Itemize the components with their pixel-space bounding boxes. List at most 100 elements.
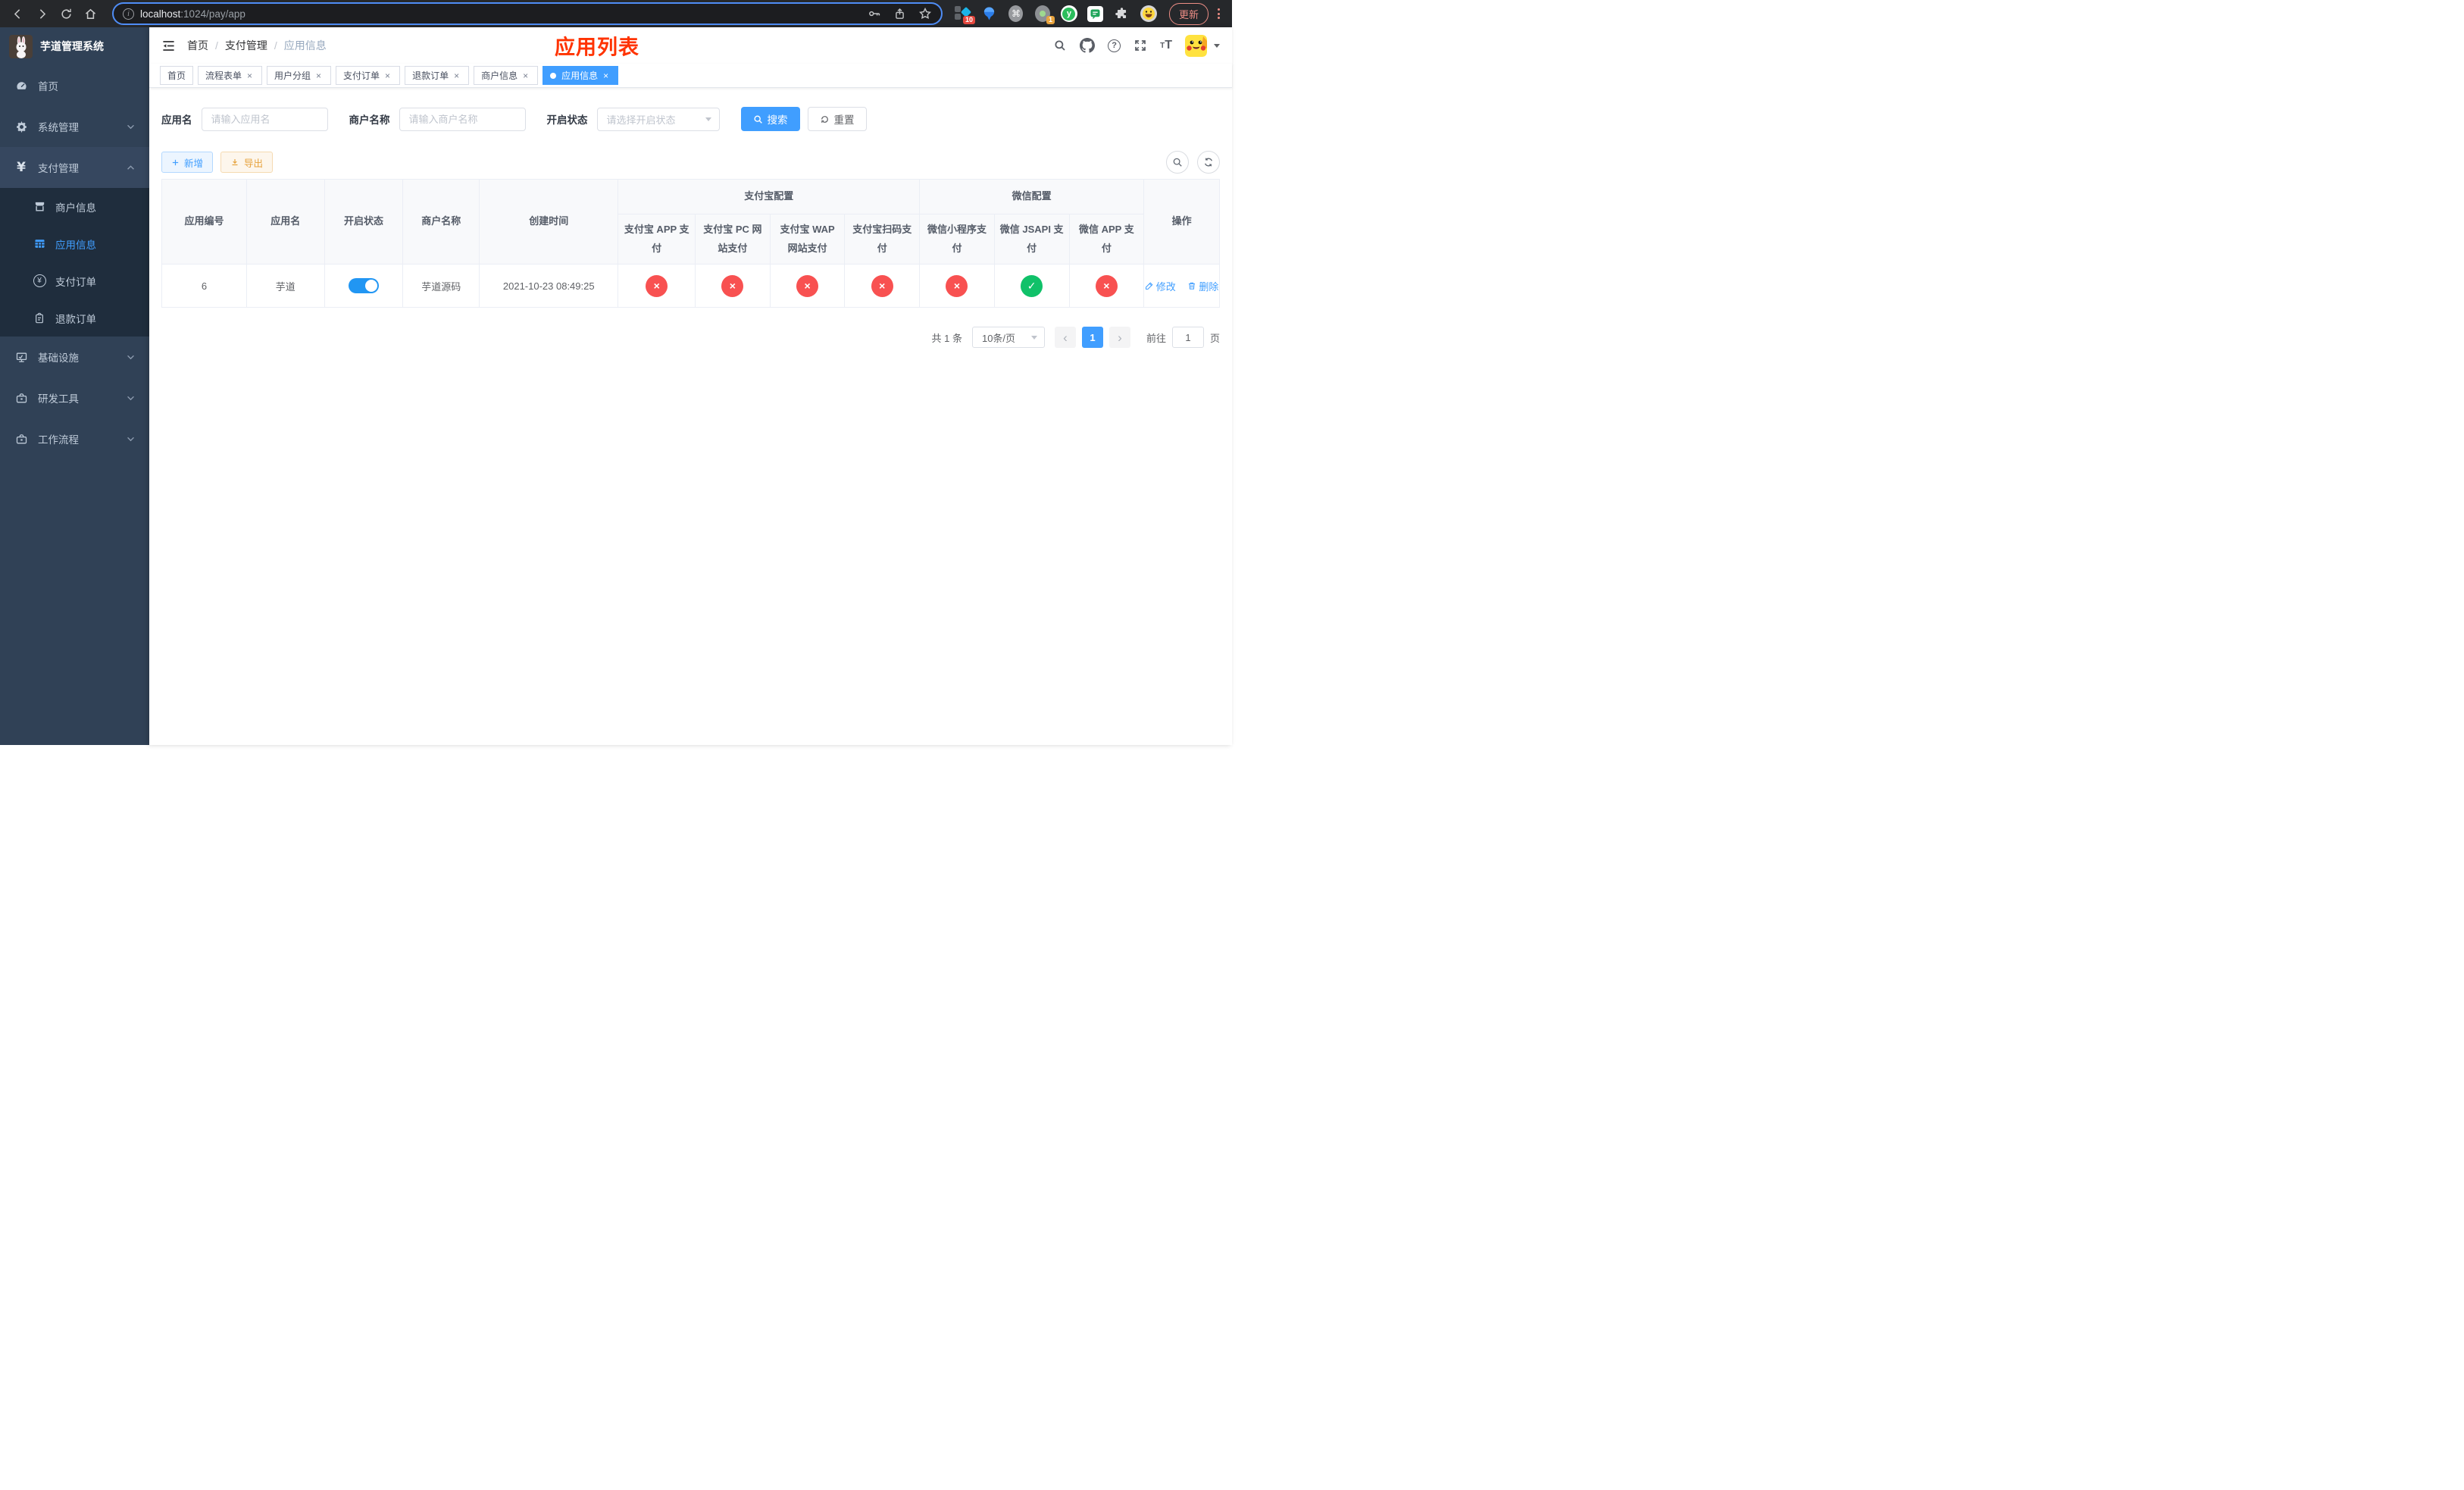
shop-icon [33, 200, 46, 213]
tab-label: 商户信息 [481, 70, 518, 81]
extensions-puzzle-icon[interactable] [1114, 5, 1130, 22]
add-button[interactable]: 新增 [161, 152, 214, 173]
extension-chat-icon[interactable] [1087, 5, 1104, 22]
share-icon[interactable] [893, 8, 906, 20]
chrome-update-button[interactable]: 更新 [1168, 2, 1209, 25]
bookmark-star-icon[interactable] [918, 7, 932, 20]
app-name-input[interactable] [201, 107, 328, 131]
merchant-name-input[interactable] [399, 107, 526, 131]
close-tab-icon[interactable]: × [383, 70, 392, 81]
extension-yuque-icon[interactable]: y [1060, 5, 1077, 22]
browser-reload-icon[interactable] [56, 4, 76, 23]
close-tab-icon[interactable]: × [521, 70, 530, 81]
page-number-button[interactable]: 1 [1081, 327, 1103, 348]
extension-badge: 10 [962, 16, 975, 24]
sidebar-collapse-icon[interactable] [161, 39, 176, 53]
prev-page-button[interactable] [1054, 327, 1076, 348]
address-bar[interactable]: i localhost:1024/pay/app [112, 2, 943, 25]
payment-submenu: 商户信息 应用信息 ¥ 支付订单 退款订单 [0, 188, 149, 337]
extension-profile-icon[interactable]: 1 [1034, 5, 1055, 24]
presentation-board-icon [14, 351, 28, 364]
breadcrumb-separator: / [215, 39, 218, 52]
next-page-button[interactable] [1108, 327, 1130, 348]
search-button[interactable]: 搜索 [740, 107, 800, 131]
extension-emoji-face-icon[interactable] [1140, 5, 1157, 22]
close-tab-icon[interactable]: × [452, 70, 461, 81]
tab-refund-order[interactable]: 退款订单 × [405, 66, 470, 85]
close-tab-icon[interactable]: × [245, 70, 255, 81]
sidebar-item-payment[interactable]: ¥ 支付管理 [0, 147, 149, 188]
browser-back-icon[interactable] [8, 4, 27, 23]
tab-user-group[interactable]: 用户分组 × [267, 66, 332, 85]
reset-button[interactable]: 重置 [807, 107, 867, 131]
site-info-icon[interactable]: i [123, 8, 134, 20]
enabled-toggle[interactable] [349, 278, 380, 293]
user-avatar[interactable] [1185, 34, 1207, 57]
close-tab-icon[interactable]: × [601, 70, 611, 81]
search-button-label: 搜索 [767, 114, 788, 126]
sidebar-item-pay-order[interactable]: ¥ 支付订单 [0, 262, 149, 299]
add-button-label: 新增 [184, 158, 204, 169]
col-header-wechat-app: 微信 APP 支付 [1068, 214, 1145, 265]
font-size-icon[interactable]: TT [1160, 39, 1172, 52]
col-header-actions: 操作 [1143, 179, 1220, 265]
filter-label-merchant: 商户名称 [349, 114, 390, 126]
sidebar-item-app-info[interactable]: 应用信息 [0, 225, 149, 262]
header-search-icon[interactable] [1053, 39, 1067, 52]
sidebar-logo[interactable]: 芋道管理系统 [0, 27, 149, 65]
refresh-table-button[interactable] [1197, 151, 1220, 174]
cell-app-id: 6 [161, 264, 247, 308]
delete-link[interactable]: 删除 [1187, 279, 1218, 293]
avatar-dropdown-caret-icon[interactable] [1214, 43, 1220, 48]
tab-pay-order[interactable]: 支付订单 × [336, 66, 401, 85]
tab-merchant-info[interactable]: 商户信息 × [474, 66, 539, 85]
tab-label: 退款订单 [412, 70, 449, 81]
extension-blue-diamond-icon[interactable]: 10 [954, 5, 975, 24]
sidebar-item-dev-tools[interactable]: 研发工具 [0, 377, 149, 418]
chrome-menu-icon[interactable] [1213, 8, 1224, 19]
sidebar-item-refund-order[interactable]: 退款订单 [0, 299, 149, 337]
edit-link[interactable]: 修改 [1145, 279, 1176, 293]
chevron-down-icon [1030, 335, 1037, 340]
breadcrumb-home[interactable]: 首页 [187, 38, 208, 53]
col-header-app-name: 应用名 [245, 179, 325, 265]
extension-balloon-icon[interactable] [981, 5, 998, 22]
cell-app-name: 芋道 [245, 264, 325, 308]
password-key-icon[interactable] [868, 7, 881, 20]
sidebar-item-workflow[interactable]: 工作流程 [0, 418, 149, 459]
sidebar-item-system[interactable]: 系统管理 [0, 106, 149, 147]
browser-forward-icon[interactable] [32, 4, 52, 23]
help-icon[interactable]: ? [1108, 39, 1121, 52]
yen-icon: ¥ [17, 160, 26, 175]
github-icon[interactable] [1080, 38, 1096, 53]
breadcrumb-section[interactable]: 支付管理 [225, 38, 267, 53]
screen: i localhost:1024/pay/app 10 ⌘ 1 y 更新 芋道管… [0, 0, 1232, 745]
edit-link-label: 修改 [1155, 280, 1176, 293]
extension-badge: 1 [1046, 16, 1055, 24]
tab-process-form[interactable]: 流程表单 × [198, 66, 263, 85]
filter-label-app-name: 应用名 [161, 114, 192, 126]
chevron-down-icon [127, 437, 135, 442]
filter-form: 应用名 商户名称 开启状态 请选择开启状态 [161, 107, 1220, 131]
page-size-select[interactable]: 10条/页 [971, 327, 1045, 348]
status-select[interactable]: 请选择开启状态 [596, 107, 720, 131]
sidebar-item-label: 工作流程 [38, 434, 79, 446]
sidebar-item-label: 支付订单 [55, 276, 96, 288]
sidebar-item-infrastructure[interactable]: 基础设施 [0, 337, 149, 377]
tab-home[interactable]: 首页 [160, 66, 194, 85]
tab-app-info[interactable]: 应用信息 × [543, 66, 619, 85]
status-select-placeholder: 请选择开启状态 [606, 114, 676, 126]
sidebar-item-home[interactable]: 首页 [0, 65, 149, 106]
page-size-value: 10条/页 [981, 332, 1016, 344]
sidebar-item-merchant-info[interactable]: 商户信息 [0, 188, 149, 225]
browser-chrome: i localhost:1024/pay/app 10 ⌘ 1 y 更新 [0, 0, 1232, 27]
extension-command-icon[interactable]: ⌘ [1008, 5, 1024, 22]
show-search-toggle-button[interactable] [1166, 151, 1189, 174]
close-tab-icon[interactable]: × [314, 70, 324, 81]
sidebar-item-label: 支付管理 [38, 163, 79, 174]
table-row: 6 芋道 芋道源码 2021-10-23 08:49:25 × × × × × [161, 264, 1220, 308]
browser-home-icon[interactable] [80, 4, 100, 23]
export-button[interactable]: 导出 [220, 152, 274, 173]
goto-page-input[interactable] [1171, 327, 1204, 348]
fullscreen-icon[interactable] [1134, 39, 1147, 52]
